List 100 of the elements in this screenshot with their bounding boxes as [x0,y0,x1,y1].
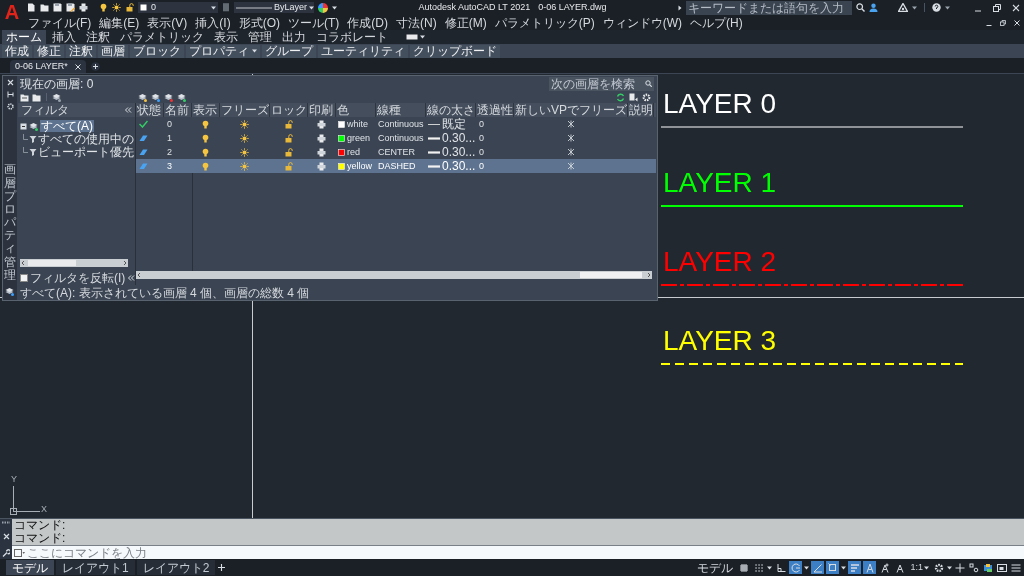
bulb-icon[interactable] [99,3,108,12]
ribbon-tab[interactable]: 挿入 [48,30,80,44]
lineweight-toggle-toggle[interactable] [848,561,862,574]
filter-item[interactable]: ビューポート優先 [38,146,134,158]
hardware-icon[interactable] [983,562,993,573]
column-header[interactable]: 説明 [628,103,654,117]
layer-manager-icon[interactable] [5,287,15,297]
filter-item[interactable]: すべての使用中の [38,133,134,145]
printer-icon[interactable] [317,161,326,171]
column-header[interactable]: 表示 [192,103,220,117]
vp-freeze-icon[interactable] [567,162,575,170]
refresh-icon[interactable] [616,92,625,102]
menu-item[interactable]: ウィンドウ(W) [602,16,682,29]
vp-freeze-icon[interactable] [567,120,575,128]
unlock-icon[interactable] [284,161,293,171]
new-file-icon[interactable] [27,3,36,12]
column-header[interactable]: 線種 [376,103,426,117]
column-header[interactable]: フリーズ [220,103,270,117]
menu-item[interactable]: 形式(O) [238,16,280,29]
print-icon[interactable] [79,3,88,12]
new-layout-icon[interactable] [217,563,227,572]
printer-icon[interactable] [317,147,326,157]
pin-icon[interactable] [6,91,14,98]
bulb-icon[interactable] [201,133,210,143]
triangle-logo-icon[interactable] [898,3,908,12]
layout-tab[interactable]: レイアウト2 [136,560,216,575]
new-group-filter-icon[interactable] [32,92,41,102]
ribbon-tab[interactable]: パラメトリック [116,30,208,44]
sun-icon[interactable] [240,119,249,129]
grip-icon[interactable] [2,521,10,524]
color-swatch[interactable] [338,120,345,128]
layout-tab[interactable]: モデル [6,560,54,575]
block-icon[interactable] [222,3,230,12]
menu-item[interactable]: 編集(E) [99,16,140,29]
angle-toggle[interactable] [811,561,825,574]
scrollbar[interactable] [20,259,128,267]
new-vp-layer-icon[interactable] [151,92,160,102]
vp-freeze-icon[interactable] [567,134,575,142]
color-wheel-icon[interactable] [318,2,328,13]
bulb-icon[interactable] [201,119,210,129]
table-row[interactable]: 3 yellow DASHED 0.30... 0 [136,159,656,173]
color-swatch[interactable] [338,162,345,170]
menu-item[interactable]: 挿入(I) [195,16,231,29]
close-icon[interactable] [2,533,10,540]
ribbon-panel-button[interactable]: 注釈 [66,44,96,58]
search-field[interactable]: キーワードまたは語句を入力 [686,0,852,15]
settings-icon[interactable] [6,103,14,110]
search-icon[interactable] [856,3,865,12]
annotation-scale-button[interactable]: 1:1 [908,563,931,572]
ribbon-tab[interactable]: 出力 [278,30,310,44]
app-logo[interactable]: A [4,2,20,22]
document-tab[interactable]: 0-06 LAYER* [10,60,86,73]
menu-item[interactable]: 作成(D) [347,16,388,29]
ribbon-panel-button[interactable]: ユーティリティ [318,44,408,58]
ribbon-tab[interactable]: ホーム [2,30,46,44]
lock-icon[interactable] [125,3,134,12]
linetype-dropdown[interactable]: ByLayer [234,2,314,13]
new-layer-icon[interactable] [138,92,147,102]
close-icon[interactable] [1014,19,1020,26]
menu-item[interactable]: 修正(M) [444,16,487,29]
menu-item[interactable]: 表示(V) [147,16,188,29]
table-row[interactable]: 2 red CENTER 0.30... 0 [136,145,656,159]
settings-icon[interactable] [642,92,651,102]
layer-states-icon[interactable] [52,92,61,102]
sun-icon[interactable] [240,133,249,143]
ribbon-tab[interactable]: 注釈 [82,30,114,44]
panel-toggle-icon[interactable] [406,34,418,40]
column-header[interactable]: ロック [270,103,308,117]
menu-item[interactable]: 寸法(N) [396,16,437,29]
fullscreen-icon[interactable] [997,562,1007,573]
close-icon[interactable] [75,63,81,70]
sun-icon[interactable] [112,3,121,12]
menu-item[interactable]: ツール(T) [288,16,340,29]
restore-icon[interactable] [1000,19,1006,26]
ribbon-panel-button[interactable]: ブロック [130,44,184,58]
vp-freeze-icon[interactable] [567,148,575,156]
ribbon-panel-button[interactable]: 修正 [34,44,64,58]
scrollbar[interactable] [136,271,652,279]
model-space-button[interactable]: モデル [695,561,736,574]
sun-icon[interactable] [240,147,249,157]
osnap-toggle[interactable] [826,561,840,574]
ribbon-panel-button[interactable]: プロパティ [186,44,260,58]
column-header[interactable]: 新しいVPでフリーズ [514,103,628,117]
snap-toggle[interactable] [752,561,766,574]
printer-icon[interactable] [317,119,326,129]
wrench-icon[interactable] [2,549,10,557]
column-header[interactable]: 透過性 [476,103,514,117]
save-as-icon[interactable] [66,3,75,12]
menu-item[interactable]: パラメトリック(P) [494,16,595,29]
menu-icon[interactable] [1011,562,1021,573]
ribbon-panel-button[interactable]: 作成 [2,44,32,58]
layer-dropdown[interactable]: 0 [138,2,218,13]
document-tab-label[interactable]: 0-06 LAYER* [15,62,68,71]
settings-icon[interactable] [934,562,944,573]
table-row[interactable]: 1 green Continuous 0.30... 0 [136,131,656,145]
menu-item[interactable]: ファイル(F) [28,16,92,29]
column-header[interactable]: 名前 [164,103,192,117]
filter-item[interactable]: すべて(A) [40,120,94,132]
restore-icon[interactable] [993,3,1001,12]
color-swatch[interactable] [338,134,345,142]
